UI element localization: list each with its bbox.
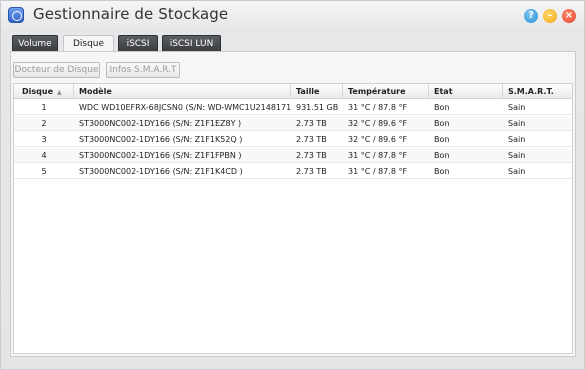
cell-modele: ST3000NC002-1DY166 (S/N: Z1F1K4CD ) <box>79 167 243 176</box>
cell-temperature: 31 °C / 87.8 °F <box>348 167 408 176</box>
close-button[interactable]: × <box>562 9 576 23</box>
help-button[interactable]: ? <box>524 9 538 23</box>
cell-taille: 931.51 GB <box>296 103 339 112</box>
cell-etat: Bon <box>434 119 450 128</box>
cell-etat: Bon <box>434 103 450 112</box>
sort-ascending-icon: ▲ <box>57 89 62 96</box>
tab-disque[interactable]: Disque <box>63 35 114 52</box>
cell-disque: 1 <box>41 103 47 112</box>
column-header-temperature[interactable]: Température <box>343 84 429 99</box>
cell-temperature: 32 °C / 89.6 °F <box>348 119 408 128</box>
column-header-smart[interactable]: S.M.A.R.T. <box>503 84 572 99</box>
cell-temperature: 31 °C / 87.8 °F <box>348 151 408 160</box>
cell-etat: Bon <box>434 151 450 160</box>
title-bar[interactable]: Gestionnaire de Stockage ? – × <box>1 1 584 31</box>
table-row[interactable]: 1 WDC WD10EFRX-68JCSN0 (S/N: WD-WMC1U214… <box>14 100 572 115</box>
cell-taille: 2.73 TB <box>296 151 327 160</box>
cell-smart: Sain <box>508 135 526 144</box>
column-header-modele[interactable]: Modèle <box>74 84 291 99</box>
column-header-taille[interactable]: Taille <box>291 84 343 99</box>
disk-table: Disque ▲ Modèle Taille Température Etat S… <box>13 83 573 354</box>
storage-manager-window: Gestionnaire de Stockage ? – × Volume Di… <box>0 0 585 370</box>
cell-taille: 2.73 TB <box>296 135 327 144</box>
storage-app-icon <box>8 7 24 23</box>
table-row[interactable]: 4 ST3000NC002-1DY166 (S/N: Z1F1FPBN ) 2.… <box>14 148 572 163</box>
disk-doctor-button[interactable]: Docteur de Disque <box>13 62 100 78</box>
minimize-button[interactable]: – <box>543 9 557 23</box>
smart-info-button[interactable]: Infos S.M.A.R.T <box>106 62 180 78</box>
cell-taille: 2.73 TB <box>296 167 327 176</box>
cell-modele: WDC WD10EFRX-68JCSN0 (S/N: WD-WMC1U21481… <box>79 103 291 112</box>
cell-etat: Bon <box>434 167 450 176</box>
cell-temperature: 31 °C / 87.8 °F <box>348 103 408 112</box>
cell-modele: ST3000NC002-1DY166 (S/N: Z1F1K52Q ) <box>79 135 243 144</box>
cell-disque: 3 <box>41 135 47 144</box>
table-header: Disque ▲ Modèle Taille Température Etat S… <box>14 84 572 99</box>
cell-smart: Sain <box>508 103 526 112</box>
cell-modele: ST3000NC002-1DY166 (S/N: Z1F1FPBN ) <box>79 151 242 160</box>
disk-panel: Docteur de Disque Infos S.M.A.R.T Disque… <box>10 51 576 357</box>
cell-smart: Sain <box>508 119 526 128</box>
cell-smart: Sain <box>508 151 526 160</box>
cell-disque: 2 <box>41 119 47 128</box>
table-row[interactable]: 3 ST3000NC002-1DY166 (S/N: Z1F1K52Q ) 2.… <box>14 132 572 147</box>
column-header-disque[interactable]: Disque ▲ <box>14 84 74 99</box>
tab-volume[interactable]: Volume <box>12 35 58 51</box>
tab-iscsi[interactable]: iSCSI <box>118 35 158 51</box>
cell-smart: Sain <box>508 167 526 176</box>
cell-temperature: 32 °C / 89.6 °F <box>348 135 408 144</box>
cell-disque: 5 <box>41 167 47 176</box>
cell-taille: 2.73 TB <box>296 119 327 128</box>
column-header-etat[interactable]: Etat <box>429 84 503 99</box>
table-row[interactable]: 5 ST3000NC002-1DY166 (S/N: Z1F1K4CD ) 2.… <box>14 164 572 179</box>
table-row[interactable]: 2 ST3000NC002-1DY166 (S/N: Z1F1EZ8Y ) 2.… <box>14 116 572 131</box>
cell-etat: Bon <box>434 135 450 144</box>
window-title: Gestionnaire de Stockage <box>33 5 229 23</box>
cell-disque: 4 <box>41 151 47 160</box>
cell-modele: ST3000NC002-1DY166 (S/N: Z1F1EZ8Y ) <box>79 119 242 128</box>
tab-iscsi-lun[interactable]: iSCSI LUN <box>162 35 221 51</box>
